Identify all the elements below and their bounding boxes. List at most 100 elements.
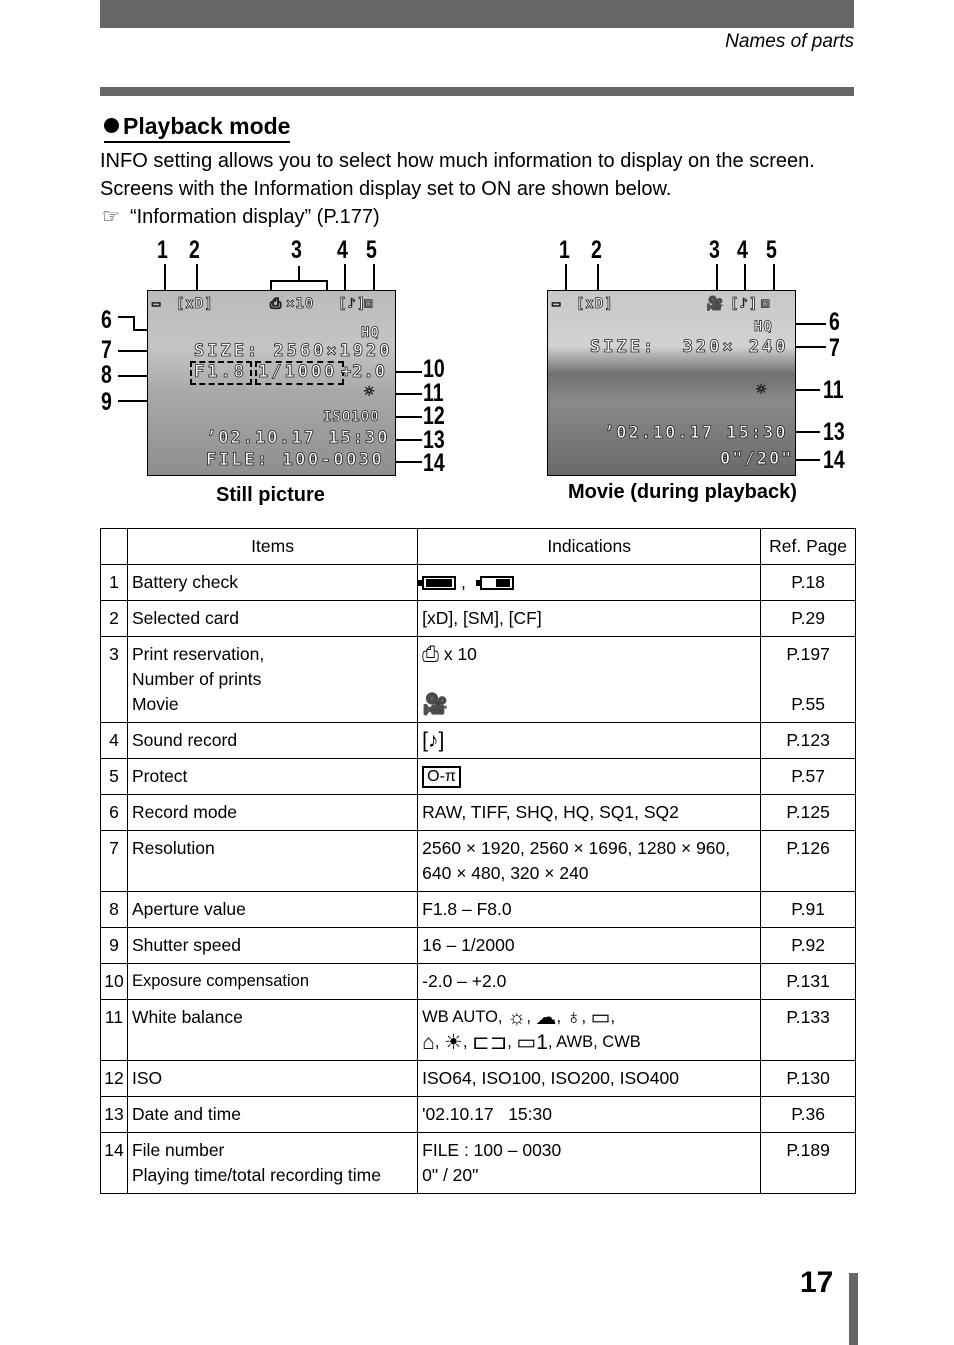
column-header-ref-page: Ref. Page [760,528,856,565]
sound-record-icon: [♪] [730,296,759,313]
row-ref-page: P.18 [760,564,856,601]
leader-line [270,280,328,282]
row-ref-page: P.123 [760,722,856,759]
row-item: Sound record [126,722,419,759]
table-row: 8 Aperture value F1.8 – F8.0 P.91 [100,891,856,928]
row-ref-page: P.189 [760,1132,856,1194]
white-balance-sun-icon: ☼ [364,382,378,402]
exposure-compensation: +2.0 [341,362,386,382]
leader-line [565,264,567,292]
callout-2: 2 [591,236,602,264]
record-mode: HQ [361,325,380,342]
table-row: 6 Record mode RAW, TIFF, SHQ, HQ, SQ1, S… [100,794,856,831]
leader-line [716,264,718,292]
wb-extra-label: , AWB, CWB [547,1033,641,1051]
movie-icon: 🎥 [422,693,449,717]
protect-icon: ⊡ [761,296,771,313]
callout-13: 13 [823,418,845,446]
table-row: 10 Exposure compensation -2.0 – +2.0 P.1… [100,963,856,1000]
row-item: Date and time [126,1096,419,1133]
row-item-line: File number [131,1140,225,1160]
column-header-indications: Indications [417,528,762,565]
resolution: SIZE: 320× 240 [590,337,789,357]
callout-14: 14 [823,446,845,474]
callout-7: 7 [829,334,840,362]
resolution: SIZE: 2560×1920 [194,341,393,361]
callout-1: 1 [559,236,570,264]
row-indication: , [417,564,762,601]
row-indication: [♪] [417,722,762,759]
row-item: White balance [126,999,419,1061]
callout-2: 2 [189,236,200,264]
row-item: Selected card [126,600,419,637]
table-row: 3 Print reservation, Number of prints Mo… [100,636,856,723]
row-indication: ISO64, ISO100, ISO200, ISO400 [417,1060,762,1097]
row-ref-page: P.133 [760,999,856,1061]
row-item: Record mode [126,794,419,831]
sound-record-icon: [♪] [422,729,445,753]
print-count: ×10 [286,296,315,313]
row-ref-page: P.197 P.55 [760,636,856,723]
row-ref-page: P.36 [760,1096,856,1133]
table-row: 5 Protect O‑π P.57 [100,758,856,795]
wb-auto-label: WB AUTO, [422,1008,503,1026]
row-item-line: Playing time/total recording time [131,1165,381,1185]
leader-line [133,316,135,330]
row-number: 2 [100,600,128,637]
row-number: 1 [100,564,128,601]
row-item: Aperture value [126,891,419,928]
protect-key-icon: O‑π [422,766,461,789]
section-header: Names of parts [725,31,854,52]
row-number: 6 [100,794,128,831]
callout-7: 7 [101,336,112,364]
leader-line [744,264,746,292]
row-indication: WB AUTO, ☼, ☁, ♁, ▭, ⌂, ☀, ⊏⊐, ▭1, AWB, … [417,999,762,1061]
row-indication: '02.10.17 15:30 [417,1096,762,1133]
indication-line: 0" / 20" [422,1165,479,1185]
ref-page: P.55 [791,694,825,714]
table-row: 9 Shutter speed 16 – 1/2000 P.92 [100,927,856,964]
shutter-speed: 1/1000 [258,362,338,382]
row-ref-page: P.131 [760,963,856,1000]
row-item: Print reservation, Number of prints Movi… [126,636,419,723]
row-number: 5 [100,758,128,795]
row-number: 10 [100,963,128,1000]
callout-6: 6 [101,306,112,334]
callout-8: 8 [101,361,112,389]
row-number: 9 [100,927,128,964]
wb-cloudy-icon: ☁ [535,1005,557,1029]
movie-caption: Movie (during playback) [568,481,797,503]
table-row: 12 ISO ISO64, ISO100, ISO200, ISO400 P.1… [100,1060,856,1097]
row-indication: [xD], [SM], [CF] [417,600,762,637]
top-bar [100,0,854,28]
page-number: 17 [800,1266,834,1299]
row-indication: 16 – 1/2000 [417,927,762,964]
row-indication: 2560 × 1920, 2560 × 1696, 1280 × 960, 64… [417,830,762,892]
table-row: 2 Selected card [xD], [SM], [CF] P.29 [100,600,856,637]
battery-icon: ▭ [152,296,162,313]
still-picture-screen: ▭ [xD] ⎙ ×10 [♪] ⊡ HQ SIZE: 2560×1920 F1… [147,290,396,476]
leader-line [196,264,198,292]
iso-value: ISO100 [323,409,380,426]
callout-4: 4 [337,236,348,264]
indication-line: 640 × 480, 320 × 240 [422,863,589,883]
reference-line: ☞ “Information display” (P.177) [102,203,380,231]
intro-paragraph: INFO setting allows you to select how mu… [100,150,815,200]
pointing-hand-icon: ☞ [102,206,120,228]
battery-icon: ▭ [552,296,562,313]
parts-table: Items Indications Ref. Page 1 Battery ch… [100,528,856,1194]
ref-page: P.197 [786,644,830,664]
row-indication: RAW, TIFF, SHQ, HQ, SQ1, SQ2 [417,794,762,831]
row-indication: O‑π [417,758,762,795]
leader-line [373,264,375,292]
wb-tungsten-icon: ♁ [565,1005,582,1029]
table-row: 1 Battery check , P.18 [100,564,856,601]
row-item-line: Print reservation, [131,644,265,664]
leader-line [298,266,300,280]
record-mode: HQ [754,319,773,336]
table-row: 4 Sound record [♪] P.123 [100,722,856,759]
callout-4: 4 [737,236,748,264]
reference-link[interactable]: “Information display” (P.177) [130,206,380,228]
callout-9: 9 [101,388,112,416]
row-ref-page: P.130 [760,1060,856,1097]
